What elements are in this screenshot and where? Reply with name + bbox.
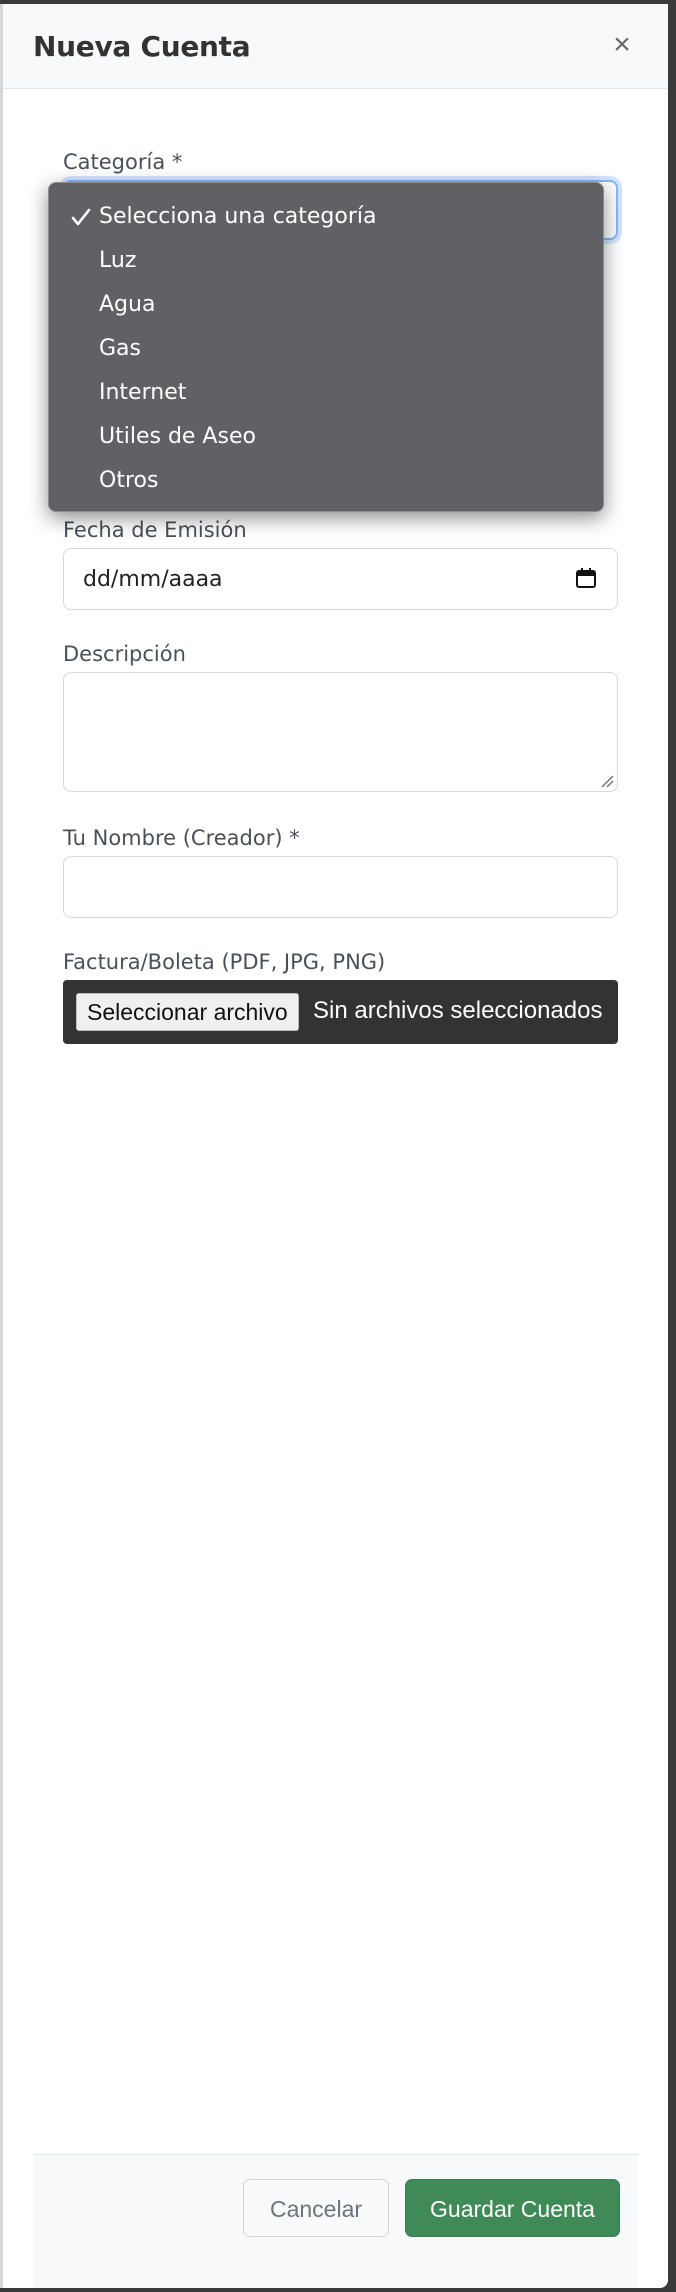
dropdown-option-label: Agua — [99, 292, 156, 317]
nombre-label: Tu Nombre (Creador) * — [63, 826, 300, 850]
checkmark-icon — [71, 208, 91, 226]
dropdown-option-label: Otros — [99, 468, 159, 493]
dropdown-option-label: Utiles de Aseo — [99, 424, 256, 449]
dropdown-option-gas[interactable]: Gas — [49, 327, 603, 371]
file-status-text: Sin archivos seleccionados — [313, 997, 603, 1024]
descripcion-textarea[interactable] — [63, 672, 618, 792]
save-account-button[interactable]: Guardar Cuenta — [405, 2179, 620, 2237]
fecha-input[interactable]: dd/mm/aaaa — [63, 548, 618, 610]
modal-footer: Cancelar Guardar Cuenta — [33, 2154, 638, 2288]
dropdown-option-selecciona[interactable]: Selecciona una categoría — [49, 195, 603, 239]
modal-title: Nueva Cuenta — [33, 30, 251, 63]
factura-label: Factura/Boleta (PDF, JPG, PNG) — [63, 950, 386, 974]
categoria-dropdown-menu: Selecciona una categoría Luz Agua Gas In… — [48, 182, 604, 512]
nombre-input[interactable] — [63, 856, 618, 918]
modal-header: Nueva Cuenta × — [3, 4, 668, 89]
dropdown-option-label: Selecciona una categoría — [99, 204, 377, 229]
dropdown-option-label: Internet — [99, 380, 187, 405]
select-file-button[interactable]: Seleccionar archivo — [76, 993, 299, 1031]
dropdown-option-utiles-de-aseo[interactable]: Utiles de Aseo — [49, 415, 603, 459]
calendar-icon[interactable] — [575, 567, 597, 589]
dropdown-option-agua[interactable]: Agua — [49, 283, 603, 327]
fecha-value: dd/mm/aaaa — [83, 567, 223, 592]
close-button[interactable]: × — [608, 28, 636, 62]
dropdown-option-otros[interactable]: Otros — [49, 459, 603, 503]
fecha-label: Fecha de Emisión — [63, 518, 247, 542]
cancel-button[interactable]: Cancelar — [243, 2179, 389, 2237]
dropdown-option-internet[interactable]: Internet — [49, 371, 603, 415]
dropdown-option-label: Luz — [99, 248, 137, 273]
new-account-modal: Nueva Cuenta × Categoría * Fecha de Emis… — [0, 4, 668, 2288]
close-icon: × — [613, 28, 631, 61]
categoria-label: Categoría * — [63, 150, 183, 174]
dropdown-option-luz[interactable]: Luz — [49, 239, 603, 283]
dropdown-option-label: Gas — [99, 336, 141, 361]
resize-handle-icon[interactable] — [600, 774, 614, 788]
factura-file-input[interactable]: Seleccionar archivo Sin archivos selecci… — [63, 980, 618, 1044]
descripcion-label: Descripción — [63, 642, 186, 666]
